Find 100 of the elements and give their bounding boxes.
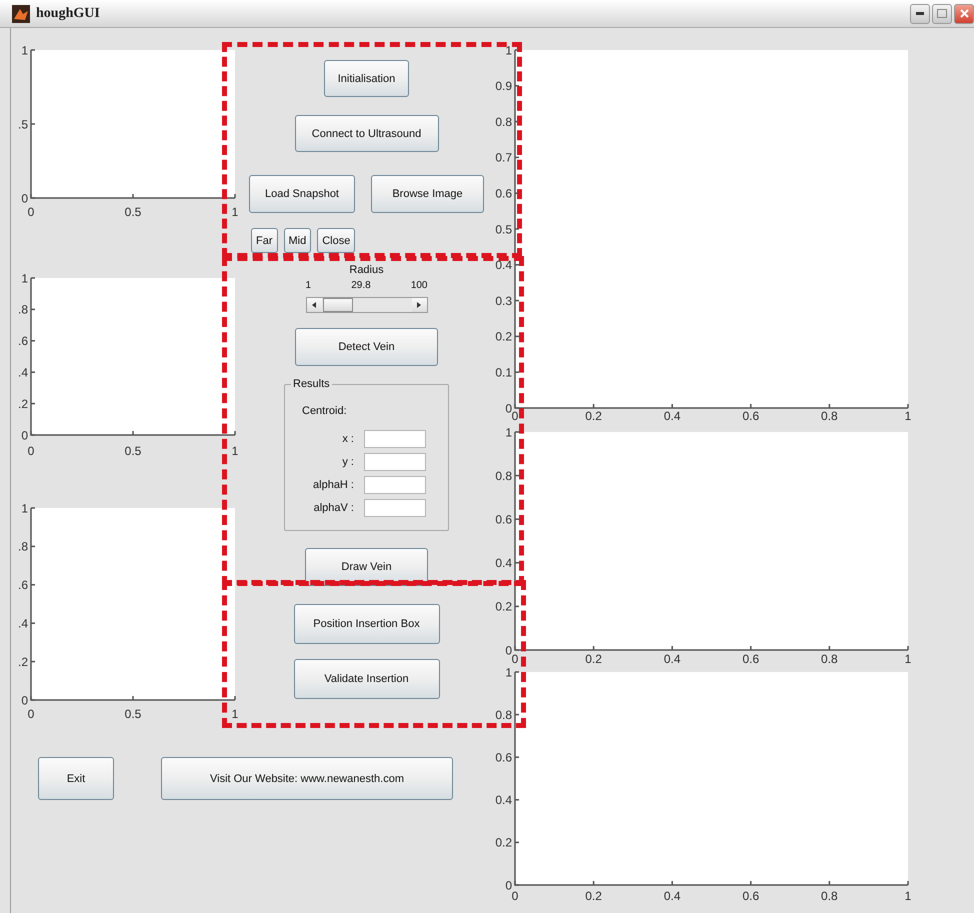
tick-label: 0.5 xyxy=(124,205,142,219)
tick-label: .4 xyxy=(18,366,28,380)
tick-label: .5 xyxy=(18,117,28,132)
exit-button[interactable]: Exit xyxy=(38,757,114,800)
window-title: houghGUI xyxy=(36,6,100,22)
tick-label: 1 xyxy=(232,444,238,458)
tick-label: 0 xyxy=(21,428,28,442)
close-icon xyxy=(960,9,968,18)
tick-label: 0.1 xyxy=(495,366,512,380)
tick-label: 0 xyxy=(505,401,512,416)
maximize-icon xyxy=(937,9,947,18)
connect-button[interactable]: Connect to Ultrasound xyxy=(294,115,438,152)
minimize-icon xyxy=(916,12,924,15)
field-label: y : xyxy=(341,456,354,468)
tick-label: 1 xyxy=(904,889,912,903)
tick-label: 1 xyxy=(505,425,512,440)
tick-label: 0.8 xyxy=(495,114,512,129)
tick-label: 0.2 xyxy=(585,889,602,903)
tick-label: 1 xyxy=(232,707,238,721)
range-button[interactable]: Close xyxy=(317,228,356,253)
minimize-button[interactable] xyxy=(910,4,930,24)
tick-label: 0 xyxy=(512,652,518,666)
tick-label: 0.4 xyxy=(664,652,681,666)
tick-label: 0.3 xyxy=(495,294,512,308)
slider-left-button[interactable] xyxy=(306,298,322,312)
tick-label: 0.6 xyxy=(742,652,760,666)
close-button[interactable] xyxy=(954,4,974,24)
field-label: alphaV : xyxy=(312,502,354,514)
app-icon xyxy=(12,4,30,22)
tick-label: .6 xyxy=(18,334,28,348)
tick-label: 0.4 xyxy=(664,889,681,903)
tick-label: 0.6 xyxy=(742,409,760,423)
tick-label: 0 xyxy=(512,409,518,423)
tick-label: 0 xyxy=(505,643,512,658)
value-field[interactable] xyxy=(364,430,426,448)
tick-label: 0.8 xyxy=(821,652,838,666)
slider-right-button[interactable] xyxy=(412,298,426,312)
tick-label: 1 xyxy=(505,665,512,680)
left-triangle-icon xyxy=(312,302,316,308)
validate-button[interactable]: Validate Insertion xyxy=(294,659,440,699)
tick-label: 0.5 xyxy=(495,222,512,236)
tick-label: 0.2 xyxy=(495,330,512,344)
tick-label: 0.5 xyxy=(124,444,142,458)
tick-label: 0.4 xyxy=(664,409,681,423)
tick-label: 1 xyxy=(21,43,28,58)
tick-label: 0.6 xyxy=(742,889,760,903)
tick-label: 0 xyxy=(505,878,512,892)
range-button[interactable]: Mid xyxy=(284,228,312,253)
browse-image-button[interactable]: Browse Image xyxy=(371,175,484,213)
tick-label: 0.4 xyxy=(495,258,512,272)
tick-label: 0.8 xyxy=(495,468,512,483)
initialisation-button[interactable]: Initialisation xyxy=(324,60,409,97)
tick-label: 0.6 xyxy=(495,512,512,527)
tick-label: 0.9 xyxy=(495,79,512,94)
website-button[interactable]: Visit Our Website: www.newanesth.com xyxy=(161,757,453,800)
tick-label: .2 xyxy=(18,396,28,411)
right-triangle-icon xyxy=(417,302,421,308)
tick-label: 0.8 xyxy=(821,889,838,903)
field-label: alphaH : xyxy=(312,479,354,491)
tick-label: 1 xyxy=(904,409,912,423)
tick-label: 1 xyxy=(21,271,28,286)
tick-label: 0.8 xyxy=(821,409,838,423)
tick-label: .6 xyxy=(18,578,28,592)
tick-label: 0 xyxy=(512,889,518,903)
tick-label: 1 xyxy=(904,652,912,666)
tick-label: .4 xyxy=(18,616,28,631)
tick-label: 0.6 xyxy=(495,750,512,765)
tick-label: 0.2 xyxy=(585,652,602,666)
value-field[interactable] xyxy=(364,476,426,494)
value-field[interactable] xyxy=(364,453,426,471)
slider-min-label: 1 xyxy=(306,280,312,292)
tick-label: 0 xyxy=(21,693,28,708)
centroid-label: Centroid: xyxy=(302,405,347,418)
slider-value-label: 29.8 xyxy=(351,280,371,292)
tick-label: 0.4 xyxy=(495,793,512,808)
tick-label: 0.2 xyxy=(495,836,512,850)
tick-label: 0.7 xyxy=(495,150,512,165)
tick-label: 0.4 xyxy=(495,556,512,570)
detect-vein-button[interactable]: Detect Vein xyxy=(295,328,438,366)
slider-thumb[interactable] xyxy=(323,298,354,312)
value-field[interactable] xyxy=(364,499,426,517)
position-box-button[interactable]: Position Insertion Box xyxy=(294,604,440,644)
tick-label: 0.6 xyxy=(495,186,512,201)
radius-slider[interactable] xyxy=(306,297,428,313)
tick-label: 0.8 xyxy=(495,708,512,722)
slider-label: Radius xyxy=(349,264,384,277)
load-snapshot-button[interactable]: Load Snapshot xyxy=(249,175,355,213)
range-button[interactable]: Far xyxy=(251,228,278,253)
tick-label: .8 xyxy=(18,540,28,554)
tick-label: 0.2 xyxy=(585,409,602,423)
tick-label: .8 xyxy=(18,302,28,317)
tick-label: .2 xyxy=(18,654,28,669)
tick-label: 0 xyxy=(28,444,34,458)
tick-label: 1 xyxy=(232,205,238,219)
tick-label: 0 xyxy=(21,191,28,206)
tick-label: 1 xyxy=(505,43,512,58)
tick-label: 0.2 xyxy=(495,600,512,614)
tick-label: 1 xyxy=(21,501,28,516)
slider-max-label: 100 xyxy=(410,280,428,292)
tick-label: 0.5 xyxy=(124,707,142,721)
